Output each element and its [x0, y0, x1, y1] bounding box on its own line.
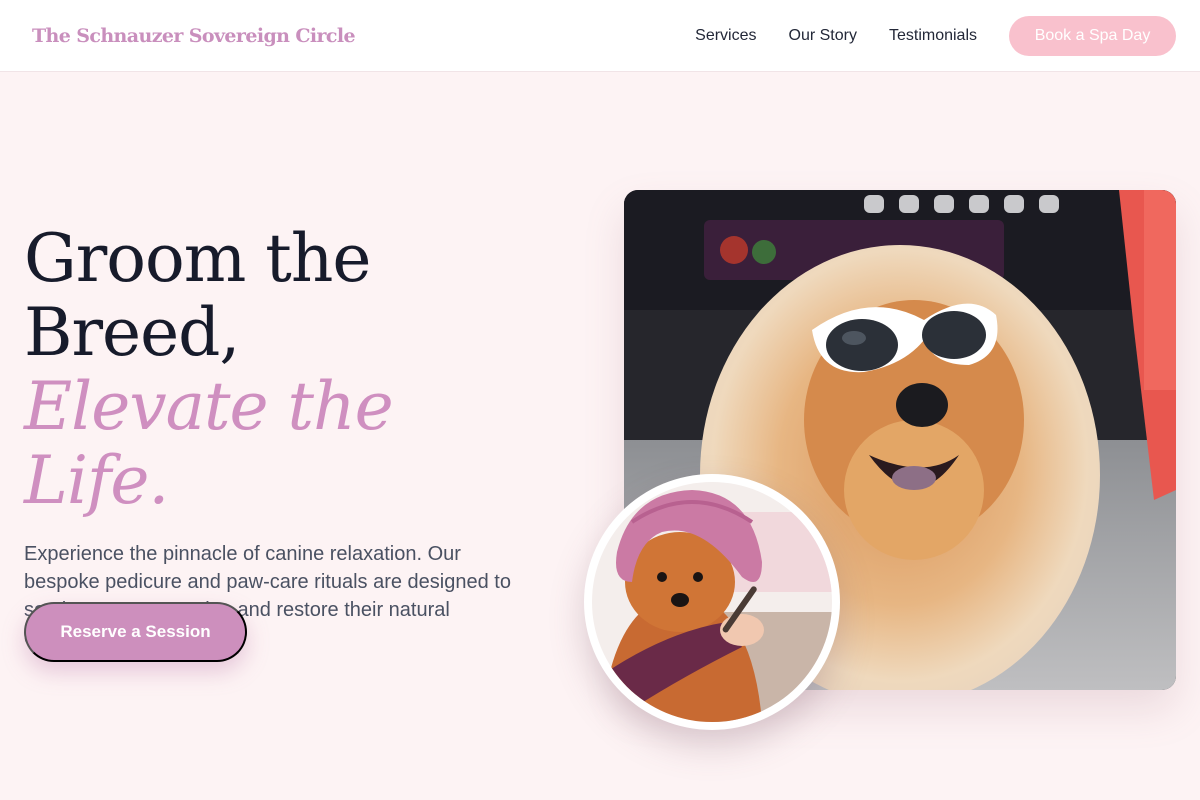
headline-accent: Elevate the Life. — [24, 368, 394, 519]
hero-copy: Groom the Breed, Elevate the Life. Exper… — [24, 222, 554, 652]
headline-line-2: Breed, — [24, 294, 240, 371]
headline-line-1: Groom the — [24, 220, 371, 297]
pomeranian-towel-photo — [584, 474, 840, 730]
nav-link-our-story[interactable]: Our Story — [789, 27, 857, 45]
nav-link-testimonials[interactable]: Testimonials — [889, 27, 977, 45]
brand-logo[interactable]: The Schnauzer Sovereign Circle — [32, 25, 356, 47]
book-spa-day-button[interactable]: Book a Spa Day — [1009, 15, 1176, 56]
nav-link-services[interactable]: Services — [695, 27, 756, 45]
reserve-session-button[interactable]: Reserve a Session — [24, 602, 247, 662]
nav-menu: Services Our Story Testimonials Book a S… — [695, 15, 1176, 56]
top-nav: The Schnauzer Sovereign Circle Services … — [0, 0, 1200, 72]
hero-headline: Groom the Breed, Elevate the Life. — [24, 222, 554, 518]
